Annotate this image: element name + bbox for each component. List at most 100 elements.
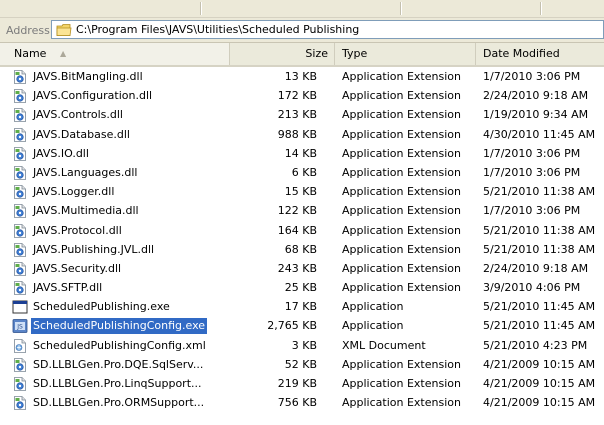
dll-icon bbox=[12, 184, 28, 200]
address-bar: Address C:\Program Files\JAVS\Utilities\… bbox=[0, 18, 604, 43]
file-name: JAVS.Publishing.JVL.dll bbox=[33, 242, 155, 256]
folder-icon bbox=[56, 23, 72, 40]
file-name: JAVS.Security.dll bbox=[33, 261, 122, 275]
file-row[interactable]: SD.LLBLGen.Pro.DQE.SqlServ... 52 KB Applic… bbox=[0, 355, 604, 374]
file-date-modified: 5/21/2010 4:23 PM bbox=[483, 338, 588, 352]
file-name: ScheduledPublishingConfig.exe bbox=[31, 318, 208, 335]
toolbar-strip bbox=[0, 0, 604, 18]
file-row[interactable]: JAVS.Database.dll 988 KB Application Exten… bbox=[0, 125, 604, 144]
svg-text:JS: JS bbox=[16, 324, 23, 331]
column-header-type-label: Type bbox=[342, 47, 368, 60]
file-size: 52 KB bbox=[284, 357, 317, 371]
column-header-date-label: Date Modified bbox=[483, 47, 560, 60]
file-date-modified: 4/21/2009 10:15 AM bbox=[483, 377, 596, 390]
file-type: Application Extension bbox=[342, 204, 461, 218]
file-size: 243 KB bbox=[277, 261, 317, 275]
file-name: JAVS.Languages.dll bbox=[33, 165, 138, 179]
file-size: 14 KB bbox=[284, 146, 317, 160]
file-type: Application Extension bbox=[342, 377, 461, 390]
file-type: Application Extension bbox=[342, 146, 461, 160]
file-type: Application Extension bbox=[342, 242, 461, 256]
file-name: JAVS.Multimedia.dll bbox=[33, 204, 139, 218]
file-row[interactable]: JAVS.Languages.dll 6 KB Application Extens… bbox=[0, 163, 604, 182]
file-date-modified: 1/19/2010 9:34 AM bbox=[483, 108, 589, 122]
file-row[interactable]: ScheduledPublishingConfig.xml 3 KB XML Doc… bbox=[0, 336, 604, 355]
file-size: 756 KB bbox=[277, 396, 317, 410]
file-row[interactable]: JAVS.Protocol.dll 164 KB Application Exten… bbox=[0, 221, 604, 240]
file-date-modified: 4/21/2009 10:15 AM bbox=[483, 357, 596, 371]
column-header-name[interactable]: Name ▲ bbox=[0, 43, 230, 65]
dll-icon bbox=[12, 146, 28, 162]
file-row[interactable]: JS ScheduledPublishingConfig.exe 2,765 KB A… bbox=[0, 316, 604, 335]
toolbar-separator bbox=[400, 2, 402, 15]
file-list: JAVS.BitMangling.dll 13 KB Application Ext… bbox=[0, 67, 604, 412]
file-size: 15 KB bbox=[284, 185, 317, 199]
file-row[interactable]: JAVS.SFTP.dll 25 KB Application Extension 3… bbox=[0, 278, 604, 297]
file-row[interactable]: JAVS.Controls.dll 213 KB Application Exten… bbox=[0, 105, 604, 124]
file-type: Application Extension bbox=[342, 185, 461, 199]
column-header-size-label: Size bbox=[305, 47, 328, 60]
file-size: 219 KB bbox=[277, 377, 317, 390]
file-row[interactable]: JAVS.Logger.dll 15 KB Application Extensio… bbox=[0, 182, 604, 201]
xml-icon bbox=[12, 338, 28, 354]
file-size: 172 KB bbox=[277, 89, 317, 103]
file-type: Application bbox=[342, 319, 404, 333]
file-size: 13 KB bbox=[284, 70, 317, 83]
file-row[interactable]: ScheduledPublishing.exe 17 KB Application 5… bbox=[0, 297, 604, 316]
file-row[interactable]: JAVS.Publishing.JVL.dll 68 KB Application … bbox=[0, 240, 604, 259]
file-row[interactable]: JAVS.IO.dll 14 KB Application Extension 1/7… bbox=[0, 144, 604, 163]
file-name: JAVS.IO.dll bbox=[33, 146, 89, 160]
file-name: ScheduledPublishing.exe bbox=[33, 300, 170, 314]
file-type: XML Document bbox=[342, 338, 426, 352]
column-header-size[interactable]: Size bbox=[230, 43, 335, 65]
file-size: 3 KB bbox=[291, 338, 317, 352]
file-date-modified: 5/21/2010 11:38 AM bbox=[483, 185, 596, 199]
file-date-modified: 3/9/2010 4:06 PM bbox=[483, 281, 581, 295]
column-header-date[interactable]: Date Modified bbox=[476, 43, 604, 65]
sort-ascending-icon: ▲ bbox=[59, 49, 67, 58]
toolbar-separator bbox=[200, 2, 202, 15]
file-date-modified: 1/7/2010 3:06 PM bbox=[483, 204, 581, 218]
file-row[interactable]: SD.LLBLGen.Pro.ORMSupport... 756 KB Applic… bbox=[0, 393, 604, 412]
dll-icon bbox=[12, 223, 28, 239]
file-size: 25 KB bbox=[284, 281, 317, 295]
file-date-modified: 5/21/2010 11:45 AM bbox=[483, 300, 596, 314]
dll-icon bbox=[12, 88, 28, 104]
file-row[interactable]: JAVS.Configuration.dll 172 KB Application … bbox=[0, 86, 604, 105]
dll-icon bbox=[12, 261, 28, 277]
file-type: Application Extension bbox=[342, 223, 461, 237]
toolbar-separator bbox=[540, 2, 542, 15]
file-date-modified: 1/7/2010 3:06 PM bbox=[483, 165, 581, 179]
file-size: 164 KB bbox=[277, 223, 317, 237]
file-date-modified: 5/21/2010 11:38 AM bbox=[483, 223, 596, 237]
file-type: Application bbox=[342, 300, 404, 314]
file-date-modified: 5/21/2010 11:38 AM bbox=[483, 242, 596, 256]
file-date-modified: 5/21/2010 11:45 AM bbox=[483, 319, 596, 333]
dll-icon bbox=[12, 127, 28, 143]
dll-icon bbox=[12, 165, 28, 181]
file-name: JAVS.Configuration.dll bbox=[33, 89, 153, 103]
file-size: 213 KB bbox=[277, 108, 317, 122]
file-row[interactable]: JAVS.Security.dll 243 KB Application Exten… bbox=[0, 259, 604, 278]
dll-icon bbox=[12, 69, 28, 85]
file-date-modified: 4/30/2010 11:45 AM bbox=[483, 127, 596, 141]
file-size: 68 KB bbox=[284, 242, 317, 256]
file-size: 6 KB bbox=[291, 165, 317, 179]
file-date-modified: 2/24/2010 9:18 AM bbox=[483, 89, 589, 103]
file-size: 122 KB bbox=[277, 204, 317, 218]
file-date-modified: 4/21/2009 10:15 AM bbox=[483, 396, 596, 410]
file-name: JAVS.Protocol.dll bbox=[33, 223, 122, 237]
column-header-name-label: Name bbox=[14, 47, 47, 60]
column-header-type[interactable]: Type bbox=[335, 43, 476, 65]
file-type: Application Extension bbox=[342, 281, 461, 295]
file-name: JAVS.Logger.dll bbox=[33, 185, 115, 199]
file-row[interactable]: JAVS.BitMangling.dll 13 KB Application Ext… bbox=[0, 67, 604, 86]
file-row[interactable]: JAVS.Multimedia.dll 122 KB Application Ext… bbox=[0, 201, 604, 220]
file-name: SD.LLBLGen.Pro.DQE.SqlServ... bbox=[33, 357, 204, 371]
address-input[interactable]: C:\Program Files\JAVS\Utilities\Schedule… bbox=[51, 20, 604, 39]
file-row[interactable]: SD.LLBLGen.Pro.LinqSupport... 219 KB Appli… bbox=[0, 374, 604, 393]
file-name: ScheduledPublishingConfig.xml bbox=[33, 338, 206, 352]
file-type: Application Extension bbox=[342, 108, 461, 122]
file-type: Application Extension bbox=[342, 89, 461, 103]
file-name: JAVS.BitMangling.dll bbox=[33, 70, 143, 83]
